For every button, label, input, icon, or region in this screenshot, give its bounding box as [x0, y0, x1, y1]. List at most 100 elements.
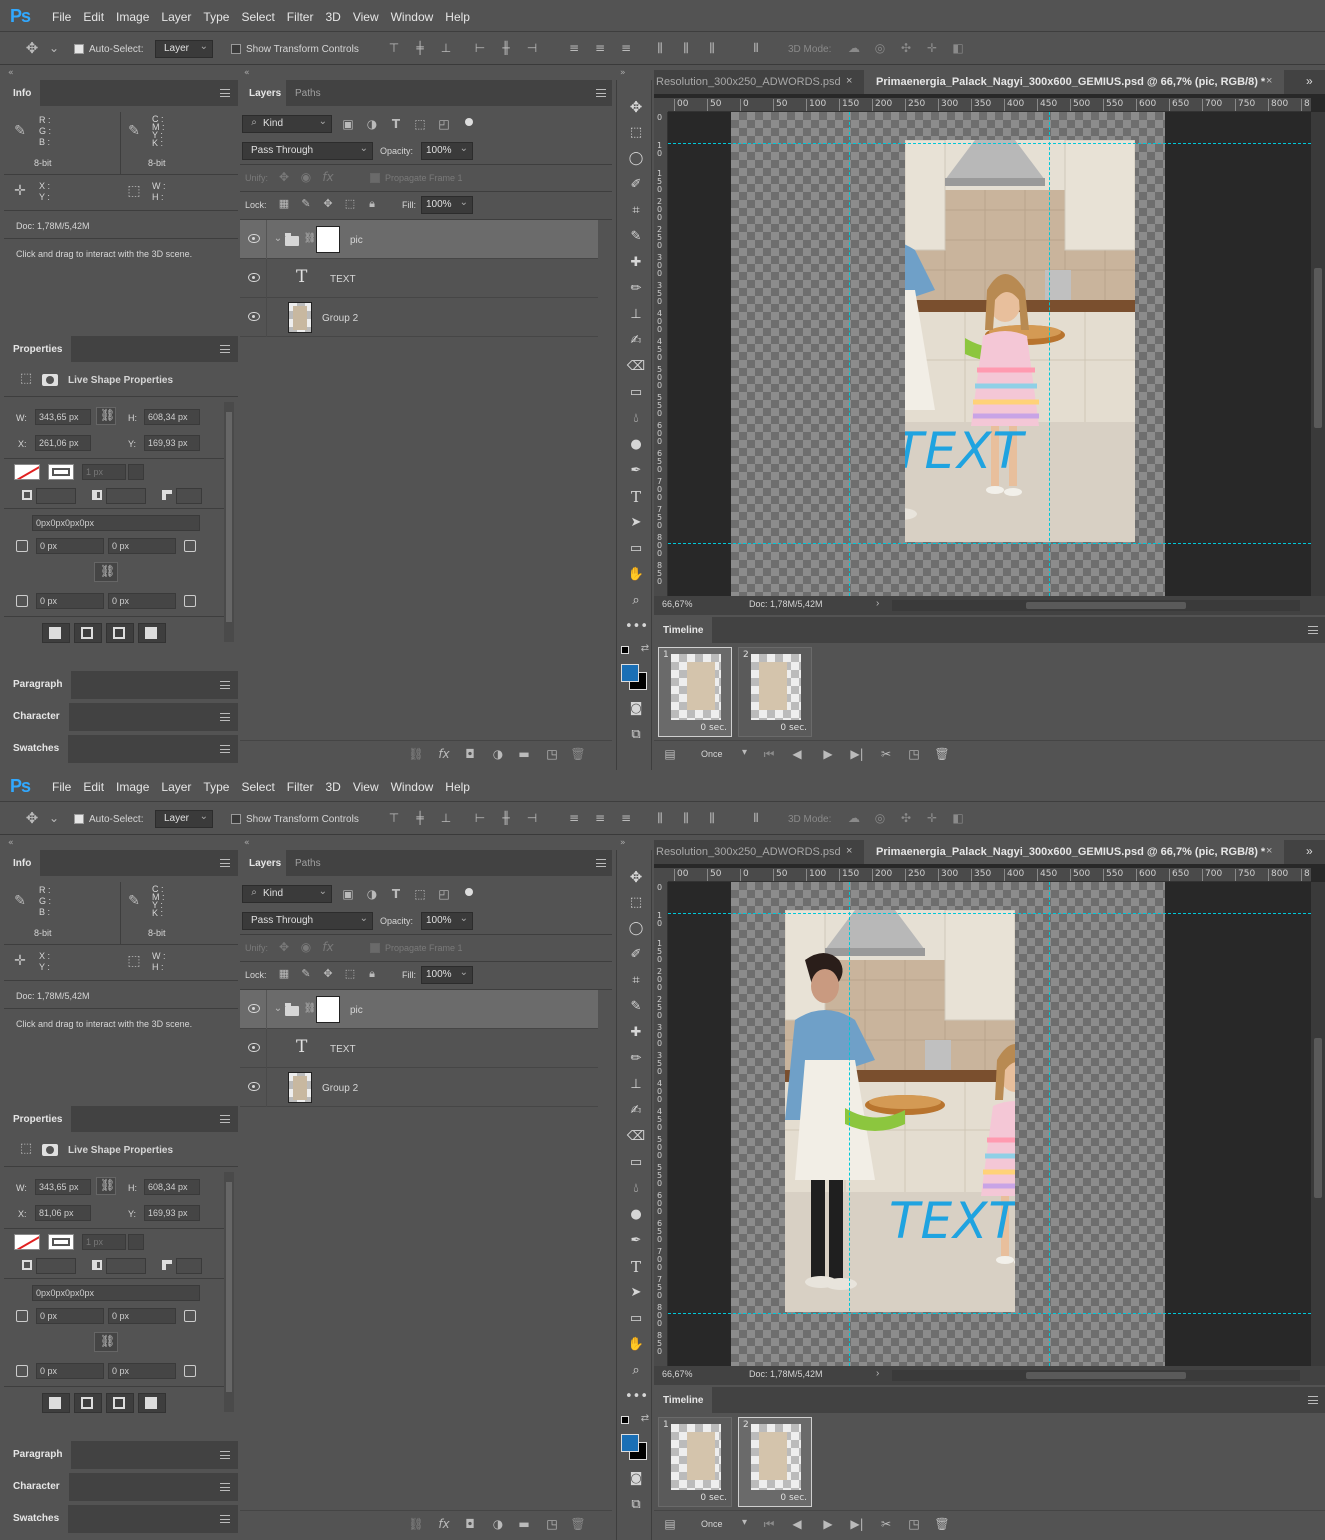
timeline-frame-1[interactable]: 1 0 sec. [658, 647, 732, 737]
type-tool-icon[interactable]: T [625, 1258, 647, 1276]
distribute-vcenter-icon[interactable]: ≡ [592, 811, 608, 825]
menu-filter[interactable]: Filter [287, 10, 314, 24]
stroke-align-dropdown[interactable] [36, 488, 76, 504]
filter-shape-icon[interactable]: ⬚ [412, 887, 428, 901]
rectangle-tool-icon[interactable]: ▭ [625, 540, 647, 558]
type-tool-icon[interactable]: T [625, 488, 647, 506]
guide-right[interactable] [1049, 112, 1050, 596]
lock-transparent-icon[interactable]: ▦ [276, 967, 292, 981]
character-menu-icon[interactable] [220, 713, 230, 721]
layer-row-text[interactable]: T TEXT [240, 259, 598, 298]
filter-shape-icon[interactable]: ⬚ [412, 117, 428, 131]
corner-br-field[interactable]: 0 px [108, 593, 176, 609]
corner-radius-all-field[interactable]: 0px0px0px0px [32, 1285, 200, 1301]
layer-row-pic[interactable]: ⌄ ⛓ pic [240, 220, 598, 259]
delete-frame-icon[interactable]: 🗑︎ [934, 1517, 950, 1531]
subtract-shapes-button[interactable] [74, 623, 102, 643]
group-expand-chevron-icon[interactable]: ⌄ [270, 1002, 286, 1016]
exclude-shapes-button[interactable] [138, 1393, 166, 1413]
swap-colors-icon[interactable]: ⇄ [637, 642, 653, 656]
more-tools-icon[interactable]: ••• [625, 618, 648, 636]
auto-select-dropdown[interactable]: Layer [155, 809, 213, 828]
3d-roll-icon[interactable]: ◎ [872, 41, 888, 55]
delete-frame-icon[interactable]: 🗑︎ [934, 747, 950, 761]
path-select-tool-icon[interactable]: ➤ [625, 514, 647, 532]
fill-swatch[interactable] [14, 464, 40, 480]
menu-3d[interactable]: 3D [325, 780, 340, 794]
crop-tool-icon[interactable]: ⌗ [625, 202, 647, 220]
y-field[interactable]: 169,93 px [144, 1205, 200, 1221]
tool-preset-chevron-icon[interactable]: ⌄ [46, 811, 62, 825]
mid-collapse-icon[interactable]: « [244, 838, 250, 848]
guide-top[interactable] [668, 143, 1311, 144]
unify-position-icon[interactable]: ✥ [276, 940, 292, 954]
link-layers-icon[interactable]: ⛓ [408, 747, 424, 761]
blend-mode-dropdown[interactable]: Pass Through [242, 911, 373, 930]
layer-visibility-eye-icon[interactable] [248, 312, 260, 321]
layers-menu-icon[interactable] [596, 859, 606, 867]
stroke-corners-icon[interactable] [162, 490, 172, 500]
distribute-right-icon[interactable]: ⫼ [704, 41, 720, 55]
unify-style-icon[interactable]: fx [320, 940, 336, 954]
auto-select-checkbox[interactable] [74, 814, 84, 824]
properties-scrollbar[interactable] [224, 1172, 234, 1412]
timeline-menu-icon[interactable] [1308, 626, 1318, 634]
menu-view[interactable]: View [353, 10, 379, 24]
3d-orbit-icon[interactable]: ☁ [846, 811, 862, 825]
distribute-left-icon[interactable]: ⫼ [652, 811, 668, 825]
combine-shapes-button[interactable] [42, 1393, 70, 1413]
tab-character[interactable]: Character [4, 703, 69, 731]
propagate-frame-checkbox[interactable] [370, 173, 380, 183]
distribute-top-icon[interactable]: ≡ [566, 811, 582, 825]
tween-icon[interactable]: ✂ [878, 747, 894, 761]
link-corners-button[interactable]: ⛓ [94, 1332, 118, 1352]
auto-align-icon[interactable]: ⫴ [748, 811, 764, 825]
stroke-size-chevron[interactable] [128, 464, 144, 480]
x-field[interactable]: 81,06 px [35, 1205, 91, 1221]
clone-stamp-tool-icon[interactable]: ⊥ [625, 1076, 647, 1094]
character-panel[interactable]: Character [4, 1473, 238, 1501]
zoom-level[interactable]: 66,67% [662, 1369, 693, 1379]
properties-scrollbar[interactable] [224, 402, 234, 642]
delete-layer-icon[interactable]: 🗑︎ [570, 1517, 586, 1531]
overlay-text-layer[interactable]: TEXT [905, 426, 1024, 476]
zoom-tool-icon[interactable]: ⌕ [625, 1362, 647, 1380]
auto-select-dropdown[interactable]: Layer [155, 39, 213, 58]
menu-help[interactable]: Help [445, 10, 470, 24]
more-tabs-icon[interactable]: » [1306, 74, 1313, 88]
filter-smart-object-icon[interactable]: ◰ [436, 887, 452, 901]
tab-layers[interactable]: Layers [240, 850, 291, 876]
guide-left[interactable] [849, 882, 850, 1366]
height-field[interactable]: 608,34 px [144, 1179, 200, 1195]
doc-tab-active[interactable]: Primaenergia_Palack_Nagyi_300x600_GEMIUS… [864, 840, 1284, 864]
combine-shapes-button[interactable] [42, 623, 70, 643]
stroke-size-field[interactable]: 1 px [82, 464, 126, 480]
brush-tool-icon[interactable]: ✏ [625, 1050, 647, 1068]
guide-left[interactable] [849, 112, 850, 596]
default-colors-icon[interactable] [621, 1416, 629, 1424]
lock-all-icon[interactable]: 🔒︎ [364, 197, 380, 211]
canvas-viewport[interactable]: TEXT [668, 882, 1311, 1366]
layer-style-icon[interactable]: fx [436, 747, 452, 761]
filter-adjustment-icon[interactable]: ◑ [364, 117, 380, 131]
marquee-tool-icon[interactable]: ⬚ [625, 124, 647, 142]
paragraph-menu-icon[interactable] [220, 1451, 230, 1459]
lock-transparent-icon[interactable]: ▦ [276, 197, 292, 211]
filter-type-icon[interactable]: T [388, 117, 404, 131]
fill-field[interactable]: 100% [421, 965, 473, 984]
properties-menu-icon[interactable] [220, 1115, 230, 1123]
eyedropper-tool-icon[interactable]: ✎ [625, 998, 647, 1016]
dodge-tool-icon[interactable]: ● [625, 436, 647, 454]
menu-select[interactable]: Select [241, 780, 274, 794]
corner-tr-field[interactable]: 0 px [108, 1308, 176, 1324]
x-field[interactable]: 261,06 px [35, 435, 91, 451]
stroke-size-chevron[interactable] [128, 1234, 144, 1250]
lock-pixels-icon[interactable]: ✎ [298, 197, 314, 211]
pen-tool-icon[interactable]: ✒ [625, 462, 647, 480]
layer-visibility-eye-icon[interactable] [248, 273, 260, 282]
paragraph-panel[interactable]: Paragraph [4, 671, 238, 699]
play-icon[interactable]: ▶ [820, 747, 836, 761]
new-group-icon[interactable]: ▬ [516, 1517, 532, 1531]
move-tool-icon[interactable]: ✥ [24, 811, 40, 826]
new-layer-icon[interactable]: ◳ [544, 747, 560, 761]
